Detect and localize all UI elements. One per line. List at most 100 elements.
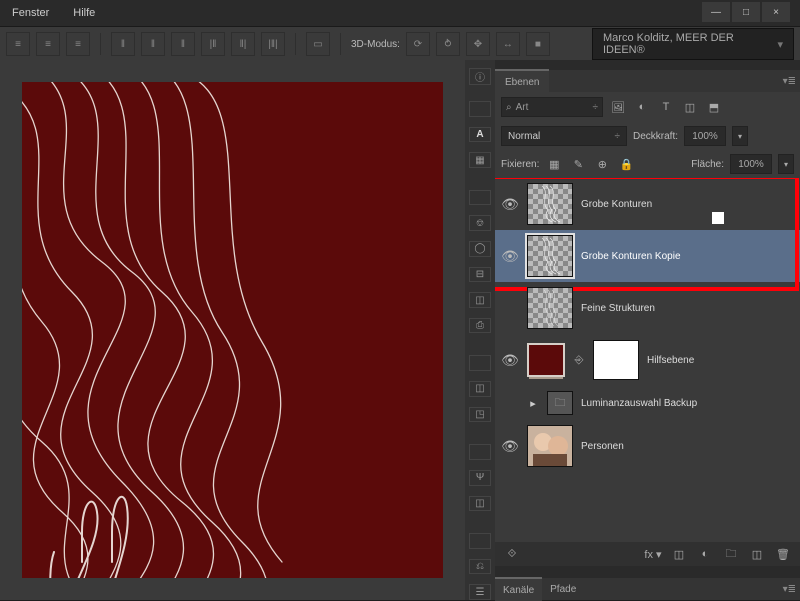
panel-icon-actions[interactable]: ☰ — [469, 584, 491, 600]
panel-icon-adjust[interactable]: ◫ — [469, 381, 491, 397]
layer-mask-icon[interactable]: ◫ — [670, 545, 688, 563]
new-group-icon[interactable]: 🗀 — [722, 545, 740, 563]
auto-align-icon[interactable]: ▭ — [306, 32, 330, 56]
visibility-toggle[interactable]: 👁 — [501, 196, 519, 213]
distribute-1-icon[interactable]: ‖ — [111, 32, 135, 56]
new-layer-icon[interactable]: ◫ — [748, 545, 766, 563]
opacity-value[interactable]: 100% — [684, 126, 726, 146]
close-button[interactable]: × — [762, 2, 790, 22]
filter-adjust-icon[interactable]: ◐ — [633, 98, 651, 116]
layer-fx-icon[interactable]: fx ▾ — [644, 545, 662, 563]
distribute-4-icon[interactable]: |‖ — [201, 32, 225, 56]
layer-row[interactable]: 👁 Personen — [495, 420, 800, 472]
filter-smart-icon[interactable]: ⬒ — [705, 98, 723, 116]
layer-row[interactable]: 👁 Grobe Konturen — [495, 178, 800, 230]
panel-icon-paragraph[interactable]: ▦ — [469, 152, 491, 168]
panel-tabs: Ebenen ▾≣ — [495, 70, 800, 92]
align-right-icon[interactable]: ≡ — [66, 32, 90, 56]
panel-icon-mask[interactable]: ◳ — [469, 407, 491, 423]
3d-scale-icon[interactable]: ■ — [526, 32, 550, 56]
3d-pan-icon[interactable]: ✥ — [466, 32, 490, 56]
layer-filter-type[interactable]: ⌕ Art ÷ — [501, 97, 603, 117]
align-ctr-icon[interactable]: ≡ — [36, 32, 60, 56]
visibility-toggle[interactable]: 👁 — [501, 352, 519, 369]
lock-pixels-icon[interactable]: ✎ — [569, 155, 587, 173]
panel-icon-clone[interactable]: Ψ — [469, 470, 491, 486]
chevron-down-icon: ÷ — [615, 131, 621, 142]
lock-transparent-icon[interactable]: ▦ — [545, 155, 563, 173]
opacity-stepper[interactable]: ▾ — [732, 126, 748, 146]
folder-icon: 🗀 — [547, 391, 573, 415]
align-left-icon[interactable]: ≡ — [6, 32, 30, 56]
blend-mode-select[interactable]: Normal ÷ — [501, 126, 627, 146]
opacity-label: Deckkraft: — [633, 131, 678, 142]
adjustment-layer-icon[interactable]: ◐ — [696, 545, 714, 563]
layer-name[interactable]: Grobe Konturen Kopie — [581, 251, 794, 262]
panel-icon-histogram[interactable]: ◫ — [469, 496, 491, 512]
layer-thumbnail[interactable] — [527, 183, 573, 225]
distribute-5-icon[interactable]: ‖| — [231, 32, 255, 56]
distribute-3-icon[interactable]: ‖ — [171, 32, 195, 56]
3d-roll-icon[interactable]: ⥁ — [436, 32, 460, 56]
3d-slide-icon[interactable]: ↔ — [496, 32, 520, 56]
workspace-selector[interactable]: Marco Kolditz, MEER DER IDEEN® ▾ — [592, 28, 794, 60]
layer-name[interactable]: Feine Strukturen — [581, 303, 794, 314]
filter-type-icon[interactable]: T — [657, 98, 675, 116]
filter-pixel-icon[interactable]: 🖼 — [609, 98, 627, 116]
panel-icon-swatches[interactable]: ⊟ — [469, 267, 491, 283]
disclosure-triangle-icon[interactable]: ▸ — [527, 397, 539, 410]
lock-label: Fixieren: — [501, 159, 539, 170]
delete-layer-icon[interactable]: 🗑 — [774, 545, 792, 563]
options-bar: ≡ ≡ ≡ ‖ ‖ ‖ |‖ ‖| |‖| ▭ 3D-Modus: ⟳ ⥁ ✥ … — [0, 27, 800, 62]
mode-3d-label: 3D-Modus: — [351, 39, 400, 50]
maximize-button[interactable]: □ — [732, 2, 760, 22]
tab-kanale[interactable]: Kanäle — [495, 577, 542, 601]
layer-thumbnail[interactable] — [527, 287, 573, 329]
visibility-toggle[interactable]: 👁 — [501, 248, 519, 265]
tab-pfade[interactable]: Pfade — [542, 578, 584, 600]
layer-row[interactable]: Feine Strukturen — [495, 282, 800, 334]
artwork — [22, 82, 443, 578]
layer-row[interactable]: ▸ 🗀 Luminanzauswahl Backup — [495, 386, 800, 420]
panel-icon-color[interactable]: ◯ — [469, 241, 491, 257]
lock-position-icon[interactable]: ⊕ — [593, 155, 611, 173]
panel-icon-info[interactable]: ⓘ — [469, 68, 491, 85]
layer-name[interactable]: Luminanzauswahl Backup — [581, 398, 794, 409]
layers-panel-footer: ⟐ fx ▾ ◫ ◐ 🗀 ◫ 🗑 — [495, 542, 800, 566]
distribute-2-icon[interactable]: ‖ — [141, 32, 165, 56]
layer-name[interactable]: Grobe Konturen — [581, 199, 794, 210]
menu-hilfe[interactable]: Hilfe — [73, 7, 95, 19]
menu-fenster[interactable]: Fenster — [12, 7, 49, 19]
tab-ebenen[interactable]: Ebenen — [495, 69, 549, 93]
panel-icon-character[interactable]: A — [469, 127, 491, 143]
panel-icon-styles[interactable]: ◫ — [469, 292, 491, 308]
panel-menu-icon[interactable]: ▾≣ — [783, 584, 796, 595]
visibility-toggle[interactable]: 👁 — [501, 438, 519, 455]
layer-name[interactable]: Hilfsebene — [647, 355, 794, 366]
panel-menu-icon[interactable]: ▾≣ — [783, 76, 796, 87]
canvas[interactable] — [22, 82, 443, 578]
adjustment-thumbnail[interactable] — [527, 343, 565, 377]
layer-name[interactable]: Personen — [581, 441, 794, 452]
clip-icon: ⎆ — [573, 354, 585, 367]
panel-icon-history[interactable]: ⎌ — [469, 559, 491, 575]
link-layers-icon[interactable]: ⟐ — [503, 545, 521, 563]
layer-row[interactable]: 👁 Grobe Konturen Kopie — [495, 230, 800, 282]
layer-thumbnail[interactable] — [527, 425, 573, 467]
layer-filter-label: Art — [516, 102, 529, 113]
layers-list: 👁 Grobe Konturen 👁 Grobe Konturen Kopie — [495, 178, 800, 542]
window-controls: — □ × — [702, 2, 790, 22]
mask-thumbnail[interactable] — [593, 340, 639, 380]
filter-shape-icon[interactable]: ◫ — [681, 98, 699, 116]
distribute-6-icon[interactable]: |‖| — [261, 32, 285, 56]
fill-value[interactable]: 100% — [730, 154, 772, 174]
minimize-button[interactable]: — — [702, 2, 730, 22]
fill-stepper[interactable]: ▾ — [778, 154, 794, 174]
layer-row[interactable]: 👁 ⎆ Hilfsebene — [495, 334, 800, 386]
panel-icon-brush[interactable]: ⎙ — [469, 318, 491, 334]
lock-all-icon[interactable]: 🔒 — [617, 155, 635, 173]
panel-icon-navigator[interactable]: ⎊ — [469, 215, 491, 231]
layer-thumbnail[interactable] — [527, 235, 573, 277]
3d-orbit-icon[interactable]: ⟳ — [406, 32, 430, 56]
workspace-name: Marco Kolditz, MEER DER IDEEN® — [603, 32, 777, 56]
